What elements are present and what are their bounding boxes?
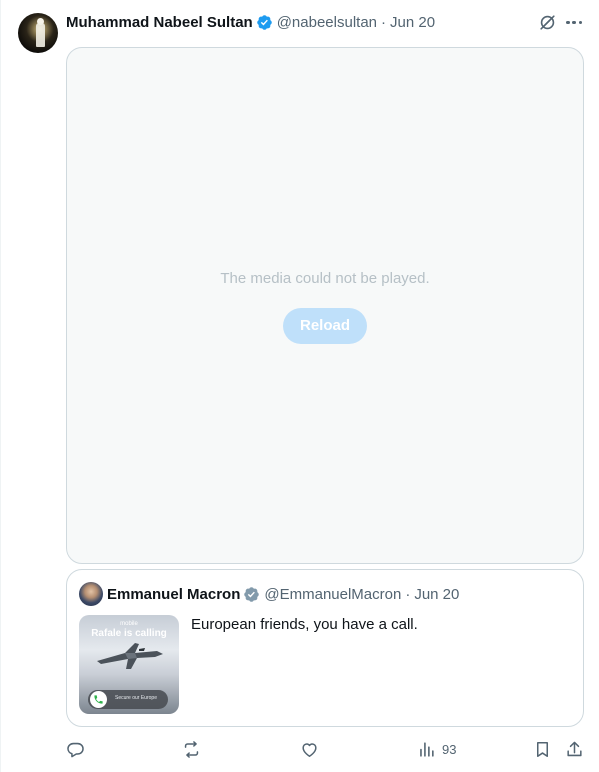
avatar-figure-body (36, 23, 45, 47)
reply-icon (67, 742, 84, 757)
quoted-post-text: European friends, you have a call. (191, 616, 418, 633)
quoted-media-thumbnail[interactable]: mobile Rafale is calling Secure our Euro… (79, 615, 179, 714)
reload-button[interactable]: Reload (283, 308, 367, 344)
repost-button[interactable] (182, 739, 201, 759)
media-error-message: The media could not be played. (220, 270, 430, 287)
quoted-author-handle[interactable]: @EmmanuelMacron (264, 586, 401, 603)
author-name[interactable]: Muhammad Nabeel Sultan (66, 14, 253, 31)
post-actions-bar: 93 (66, 736, 584, 762)
header-separator: · (381, 13, 387, 31)
thumbnail-call-label: Secure our Europe (115, 695, 157, 701)
media-player[interactable]: The media could not be played. Reload (66, 47, 584, 564)
author-handle[interactable]: @nabeelsultan (277, 14, 377, 31)
quoted-author-name[interactable]: Emmanuel Macron (107, 586, 240, 603)
quoted-author-avatar[interactable] (79, 582, 103, 606)
quoted-post[interactable]: Emmanuel Macron @EmmanuelMacron · Jun 20… (66, 569, 584, 727)
more-options-icon[interactable] (564, 13, 584, 32)
bookmark-button[interactable] (533, 739, 552, 759)
reply-button[interactable] (66, 739, 85, 759)
views-icon (420, 741, 434, 757)
views-button[interactable]: 93 (417, 739, 456, 759)
fighter-jet-image (97, 643, 163, 669)
thumbnail-caption-title: Rafale is calling (91, 628, 167, 639)
like-button[interactable] (300, 739, 319, 759)
thumbnail-caption-small: mobile (120, 621, 138, 627)
quoted-post-header: Emmanuel Macron @EmmanuelMacron · Jun 20 (107, 584, 459, 604)
post-date[interactable]: Jun 20 (390, 14, 435, 31)
share-icon (567, 741, 582, 756)
quoted-header-separator: · (405, 585, 411, 603)
post-header: Muhammad Nabeel Sultan @nabeelsultan · J… (66, 12, 435, 32)
views-count: 93 (442, 741, 457, 757)
author-avatar[interactable] (18, 13, 58, 53)
repost-icon (184, 740, 199, 758)
government-verified-badge-icon[interactable] (243, 586, 260, 603)
like-icon (302, 742, 317, 757)
verified-badge-icon[interactable] (256, 14, 273, 31)
quoted-post-date[interactable]: Jun 20 (414, 586, 459, 603)
share-button[interactable] (565, 739, 584, 759)
post-card[interactable]: Muhammad Nabeel Sultan @nabeelsultan · J… (0, 0, 599, 772)
phone-call-icon (90, 691, 107, 708)
bookmark-icon (536, 741, 549, 757)
grok-icon[interactable] (538, 13, 557, 32)
